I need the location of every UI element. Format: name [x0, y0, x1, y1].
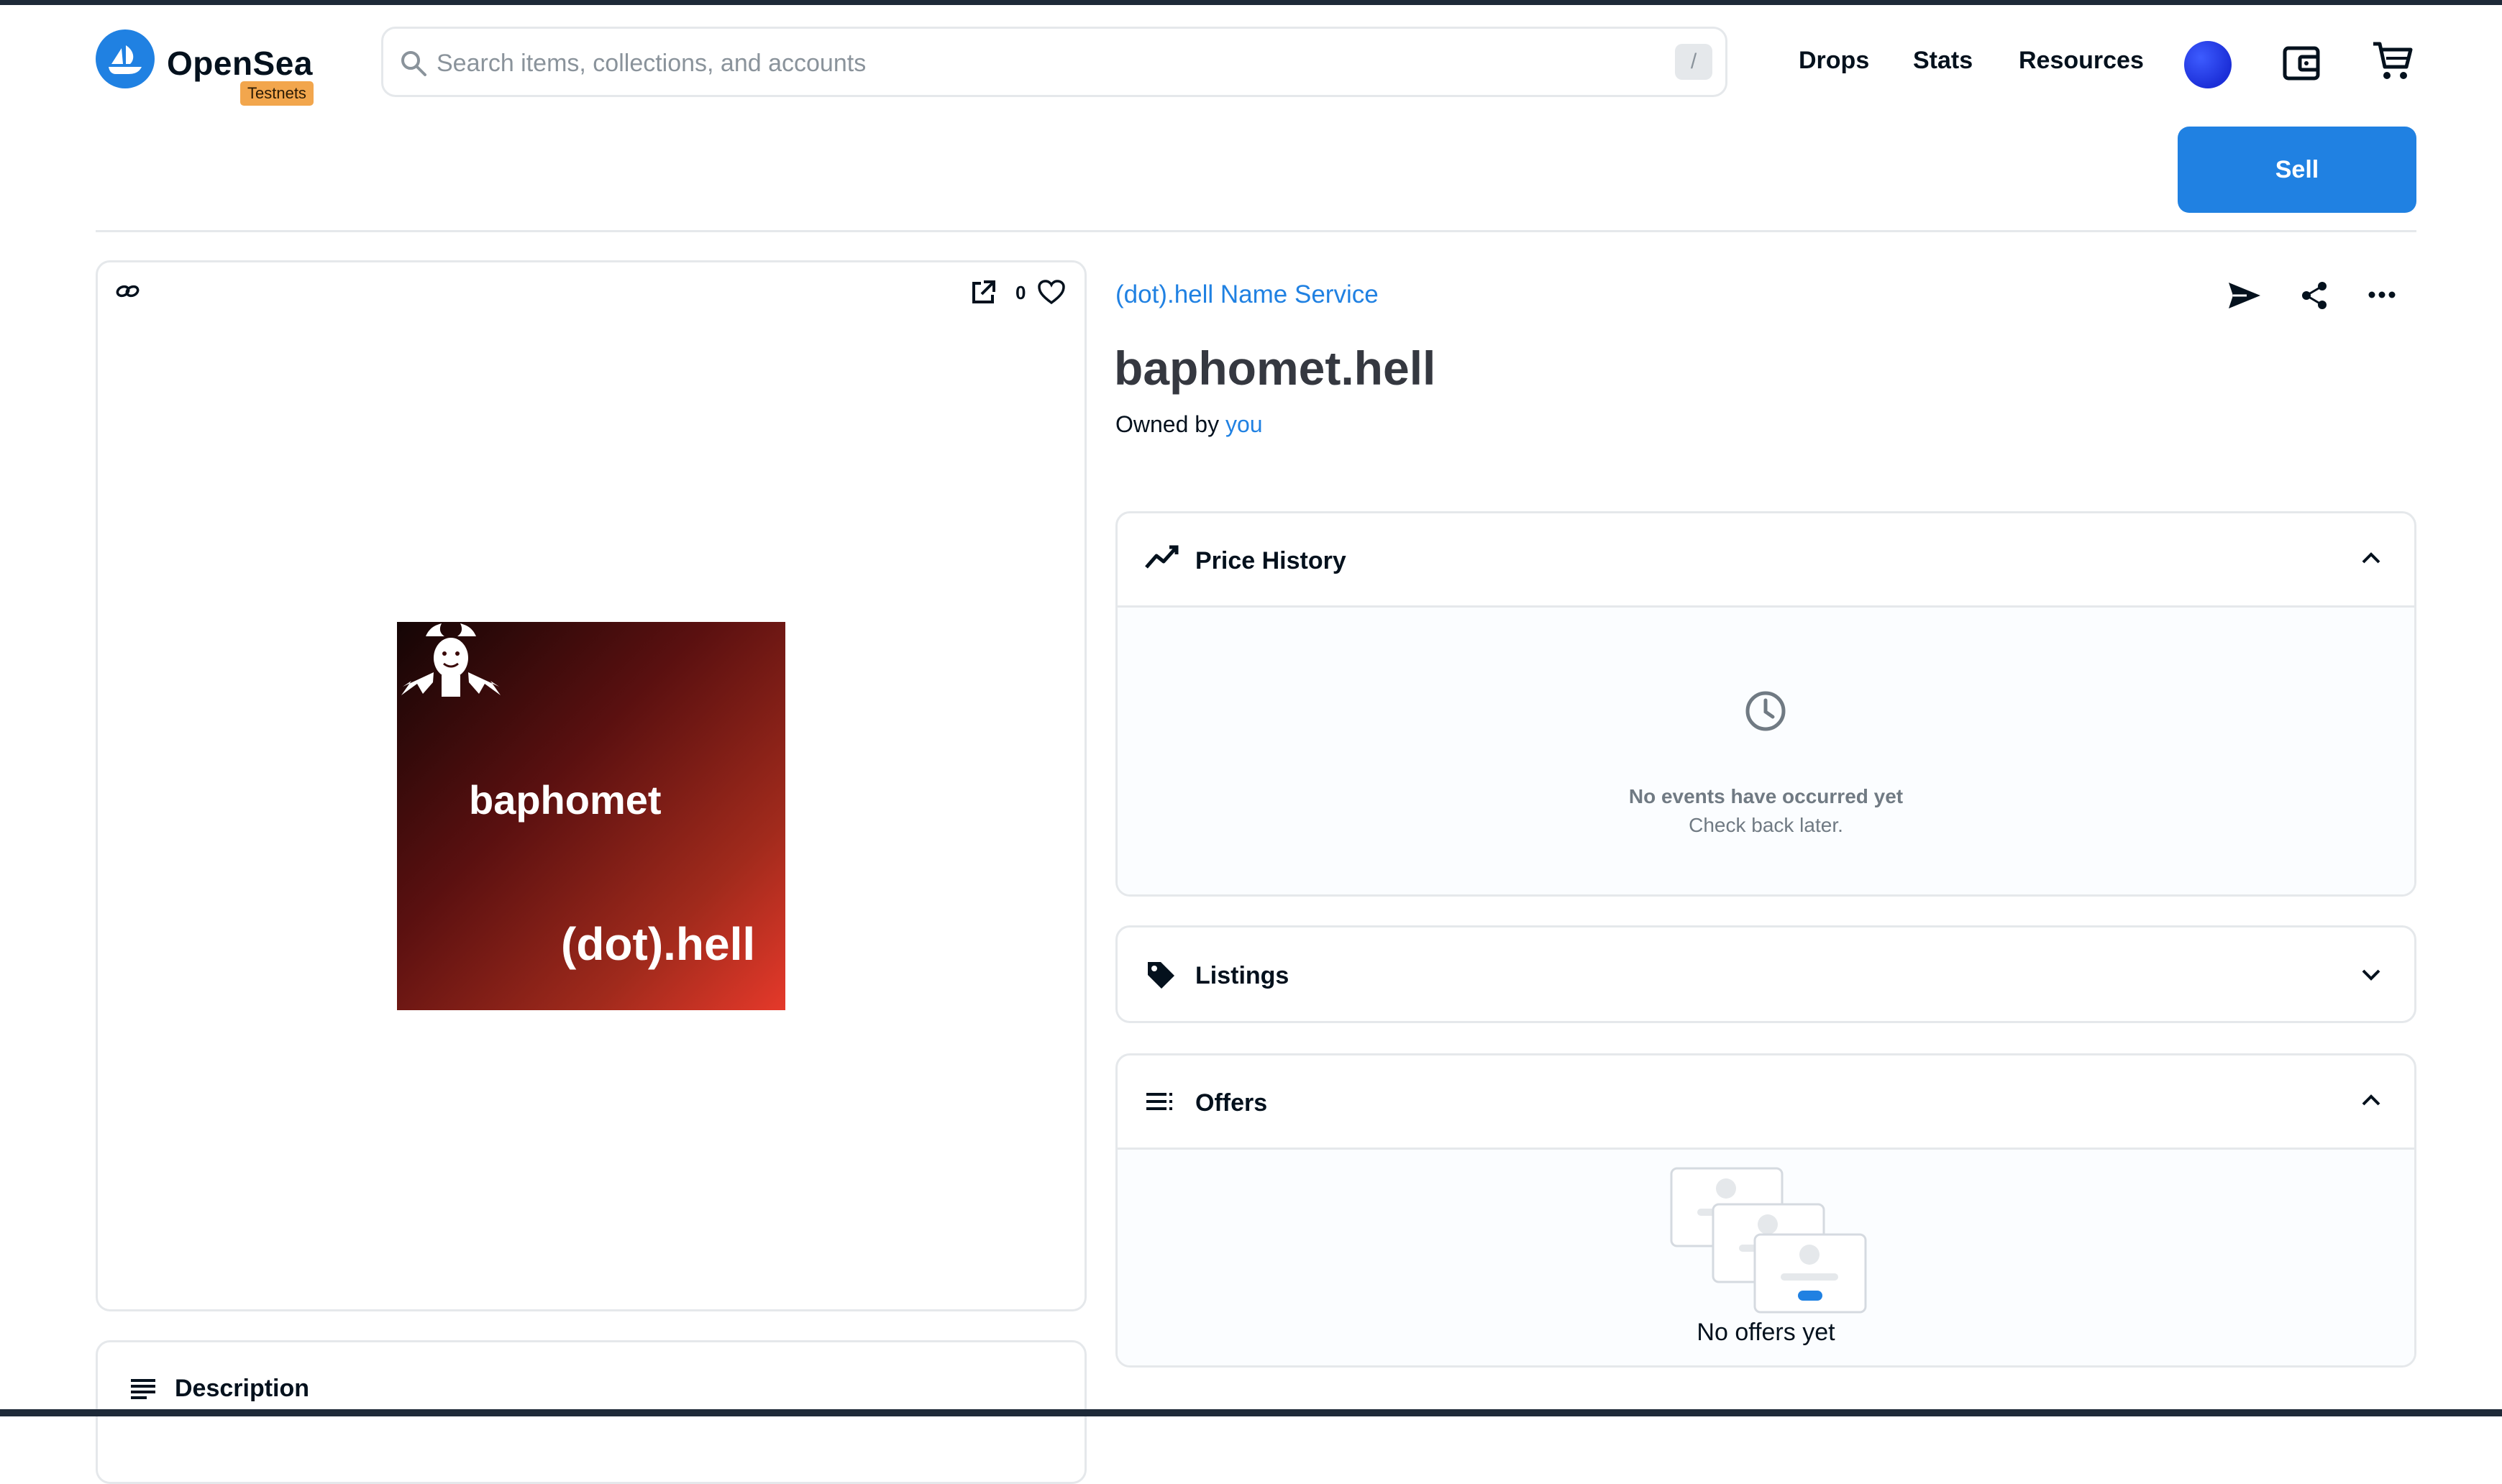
offers-title: Offers [1195, 1089, 1268, 1117]
header-divider [96, 230, 2416, 232]
profile-avatar[interactable] [2184, 41, 2232, 88]
chain-link-icon[interactable] [115, 280, 141, 302]
brand-name[interactable]: OpenSea [167, 44, 313, 83]
heart-icon[interactable] [1037, 279, 1066, 305]
trend-line-icon [1145, 545, 1179, 569]
open-external-icon[interactable] [969, 279, 997, 306]
offers-list-icon [1146, 1093, 1172, 1110]
wallet-icon[interactable] [2281, 42, 2323, 84]
sell-button[interactable]: Sell [2178, 127, 2416, 213]
no-events-title: No events have occurred yet [1628, 785, 1904, 807]
window-bottom-edge [0, 1409, 2502, 1416]
search-icon [401, 51, 426, 76]
collection-link[interactable]: (dot).hell Name Service [1115, 280, 1379, 309]
nft-art-name-text: baphomet [469, 777, 662, 823]
chevron-up-icon[interactable] [2360, 1093, 2382, 1107]
cart-icon[interactable] [2370, 38, 2415, 83]
price-history-title: Price History [1195, 547, 1346, 574]
favorite-count: 0 [1015, 282, 1026, 303]
offers-body: No offers yet [1118, 1148, 2414, 1365]
nav-drops[interactable]: Drops [1799, 47, 1869, 75]
search-bar[interactable]: / [381, 27, 1727, 97]
more-options-icon[interactable] [2368, 288, 2396, 302]
share-icon[interactable] [2300, 280, 2329, 311]
listings-title: Listings [1195, 962, 1289, 989]
no-events-subtitle: Check back later. [1689, 814, 1843, 836]
opensea-logo-icon[interactable] [96, 29, 155, 88]
listings-panel[interactable]: Listings [1115, 925, 2416, 1023]
nav-stats[interactable]: Stats [1913, 47, 1973, 75]
nav-resources[interactable]: Resources [2019, 47, 2144, 75]
chevron-up-icon[interactable] [2360, 551, 2382, 565]
offers-panel: Offers No offers yet [1115, 1053, 2416, 1368]
search-shortcut-key: / [1675, 44, 1712, 80]
price-history-panel: Price History No events have occurred ye… [1115, 511, 2416, 897]
empty-offers-illustration [1670, 1167, 1867, 1314]
window-top-edge [0, 0, 2502, 5]
clock-icon [1745, 691, 1786, 731]
nft-art-tld-text: (dot).hell [561, 918, 756, 970]
search-input[interactable] [435, 43, 1589, 83]
offers-header[interactable]: Offers [1118, 1055, 2414, 1148]
send-icon[interactable] [2227, 280, 2263, 311]
no-offers-text: No offers yet [1697, 1319, 1835, 1346]
chevron-down-icon[interactable] [2360, 968, 2382, 982]
price-history-body: No events have occurred yet Check back l… [1118, 605, 2414, 894]
description-title: Description [175, 1375, 310, 1402]
top-navigation: OpenSea Testnets / Drops Stats Resources [0, 5, 2502, 120]
description-lines-icon [131, 1379, 155, 1399]
testnets-badge: Testnets [240, 81, 314, 106]
item-title: baphomet.hell [1114, 342, 1436, 395]
devil-mascot-icon [401, 623, 501, 697]
price-tag-icon [1148, 962, 1174, 989]
price-history-header[interactable]: Price History [1118, 513, 2414, 605]
owner-link[interactable]: you [1225, 411, 1263, 437]
owner-line: Owned by you [1115, 411, 1263, 438]
owned-by-label: Owned by [1115, 411, 1220, 437]
